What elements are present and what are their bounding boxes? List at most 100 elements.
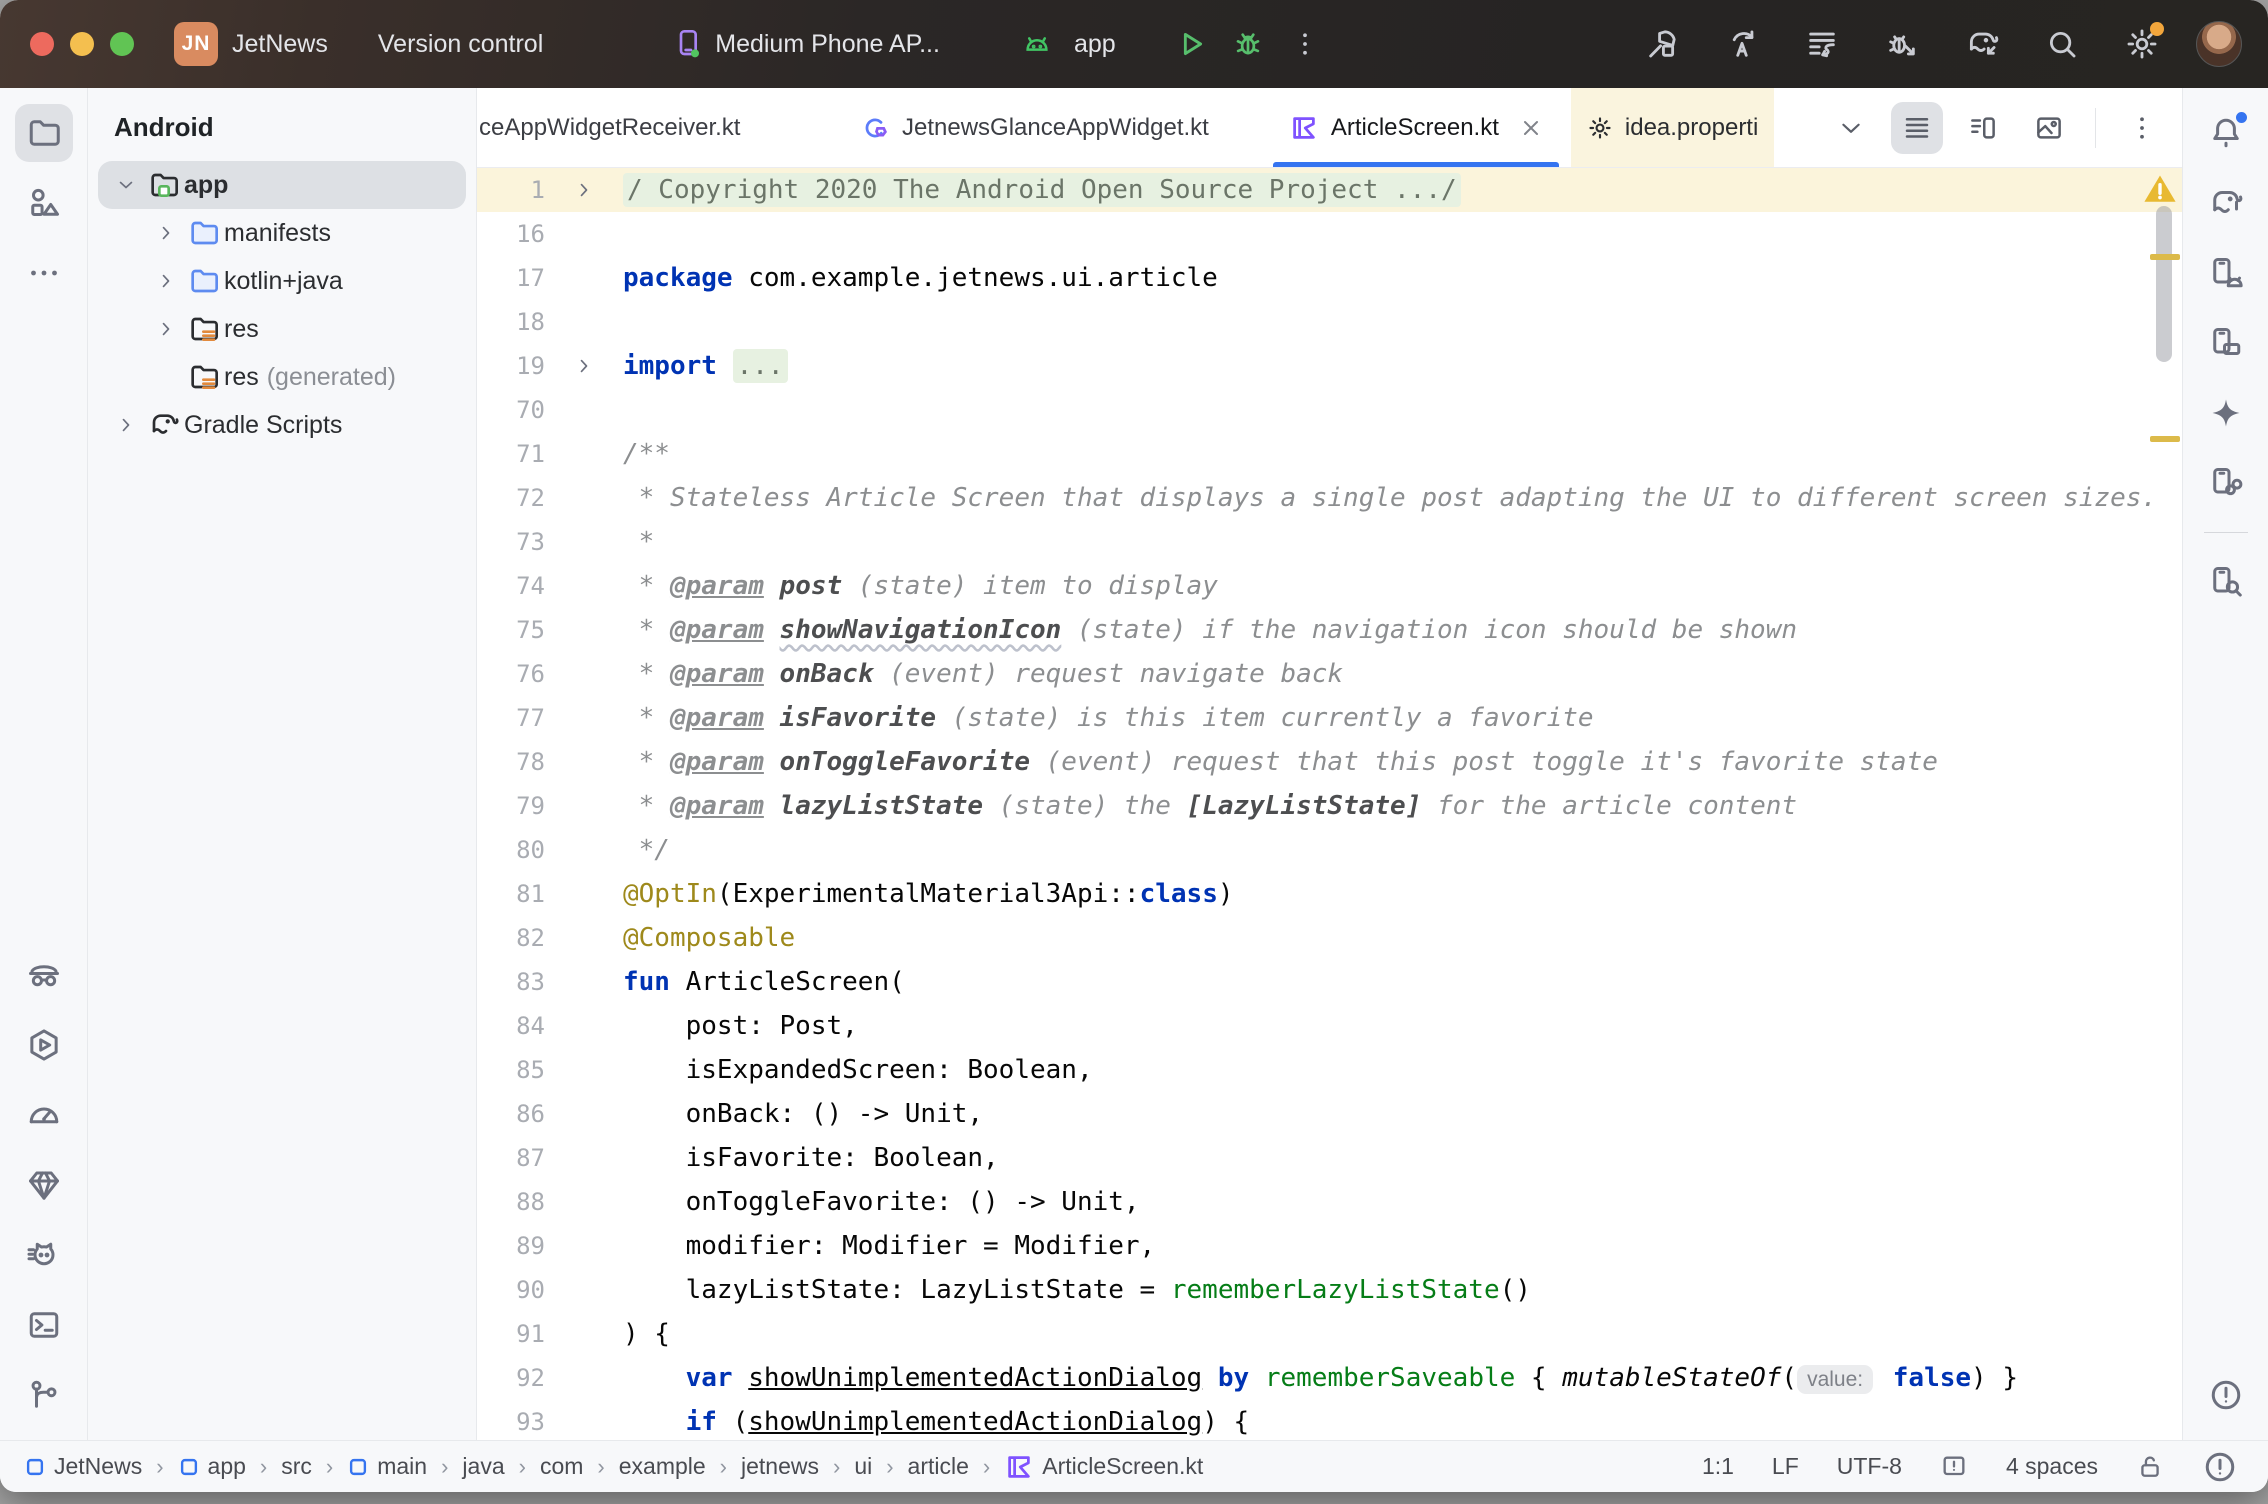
chevron-down-icon[interactable] <box>116 175 136 195</box>
editor-tab-ceappwidgetreceiver-kt[interactable]: ceAppWidgetReceiver.kt <box>477 88 792 167</box>
tree-item-app[interactable]: app <box>98 161 466 209</box>
code-editor[interactable]: 1/ Copyright 2020 The Android Open Sourc… <box>477 168 2182 1440</box>
fold-region-icon[interactable] <box>574 180 594 200</box>
warning-stripe-mark[interactable] <box>2150 254 2180 260</box>
tool-window-button-project-tool-window[interactable] <box>15 104 73 162</box>
code-line-75[interactable]: 75 * @param showNavigationIcon (state) i… <box>477 608 2182 652</box>
editor-scrollbar[interactable] <box>2156 206 2172 362</box>
tree-item-kotlin-java[interactable]: kotlin+java <box>98 257 466 305</box>
tool-window-button-device-mirroring[interactable] <box>2197 454 2255 512</box>
run-configuration-selector[interactable]: app <box>1020 29 1134 59</box>
code-line-76[interactable]: 76 * @param onBack (event) request navig… <box>477 652 2182 696</box>
sync-refactor-button[interactable] <box>1716 18 1768 70</box>
main-menu-version-control[interactable]: Version control <box>378 30 553 59</box>
editor-tab-jetnewsglanceappwidget-kt[interactable]: JetnewsGlanceAppWidget.kt <box>844 88 1225 167</box>
tool-window-button-notifications[interactable] <box>2197 104 2255 162</box>
code-line-16[interactable]: 16 <box>477 212 2182 256</box>
code-line-73[interactable]: 73 * <box>477 520 2182 564</box>
status-widget-caret-position[interactable]: 1:1 <box>1702 1453 1734 1480</box>
tool-window-button-problems[interactable] <box>2197 1366 2255 1424</box>
editor-tab-idea-properti[interactable]: idea.properti <box>1571 88 1774 167</box>
tree-item-res[interactable]: res <box>98 305 466 353</box>
code-line-1[interactable]: 1/ Copyright 2020 The Android Open Sourc… <box>477 168 2182 212</box>
tool-window-button-logcat[interactable] <box>15 1226 73 1284</box>
breadcrumb-item-main[interactable]: main <box>347 1453 427 1480</box>
code-line-70[interactable]: 70 <box>477 388 2182 432</box>
project-view-selector[interactable]: Android <box>88 102 476 161</box>
tool-window-button-benchmark[interactable] <box>15 1086 73 1144</box>
status-widget-inspections-widget[interactable] <box>2202 1449 2238 1485</box>
code-line-71[interactable]: 71/** <box>477 432 2182 476</box>
attach-debugger-button[interactable] <box>1876 18 1928 70</box>
close-tab-icon[interactable] <box>1519 116 1543 140</box>
breadcrumb-item-jetnews[interactable]: JetNews <box>24 1453 142 1480</box>
project-icon[interactable]: JN <box>174 22 218 66</box>
code-line-80[interactable]: 80 */ <box>477 828 2182 872</box>
settings-gear-button[interactable] <box>2116 18 2168 70</box>
project-selector[interactable]: JetNews <box>232 30 338 59</box>
code-line-83[interactable]: 83fun ArticleScreen( <box>477 960 2182 1004</box>
code-line-17[interactable]: 17package com.example.jetnews.ui.article <box>477 256 2182 300</box>
breadcrumb-item-app[interactable]: app <box>178 1453 246 1480</box>
code-line-74[interactable]: 74 * @param post (state) item to display <box>477 564 2182 608</box>
run-button[interactable] <box>1174 27 1208 61</box>
tool-window-button-profiler[interactable] <box>15 1016 73 1074</box>
breadcrumb-item-ui[interactable]: ui <box>854 1453 872 1480</box>
tree-item-res[interactable]: res (generated) <box>98 353 466 401</box>
code-line-92[interactable]: 92 var showUnimplementedActionDialog by … <box>477 1356 2182 1400</box>
user-avatar[interactable] <box>2196 21 2242 67</box>
code-line-84[interactable]: 84 post: Post, <box>477 1004 2182 1048</box>
code-line-88[interactable]: 88 onToggleFavorite: () -> Unit, <box>477 1180 2182 1224</box>
code-line-86[interactable]: 86 onBack: () -> Unit, <box>477 1092 2182 1136</box>
tool-window-button-device-explorer[interactable] <box>2197 553 2255 611</box>
tree-item-gradle-scripts[interactable]: Gradle Scripts <box>98 401 466 449</box>
tool-window-button-resource-manager[interactable] <box>15 174 73 232</box>
breadcrumb-item-jetnews[interactable]: jetnews <box>741 1453 819 1480</box>
status-widget-line-separator[interactable]: LF <box>1772 1453 1799 1480</box>
chevron-right-icon[interactable] <box>156 223 176 243</box>
build-hammer-button[interactable] <box>1636 18 1688 70</box>
chevron-right-icon[interactable] <box>156 271 176 291</box>
tool-window-button-device-manager[interactable] <box>2197 244 2255 302</box>
minimize-window-button[interactable] <box>70 32 94 56</box>
breadcrumb-item-example[interactable]: example <box>619 1453 706 1480</box>
breadcrumb-item-com[interactable]: com <box>540 1453 583 1480</box>
status-widget-highlighting-level[interactable] <box>1940 1453 1968 1481</box>
tool-window-button-terminal[interactable] <box>15 1296 73 1354</box>
code-line-91[interactable]: 91) { <box>477 1312 2182 1356</box>
view-design-button[interactable] <box>2023 102 2075 154</box>
tool-window-button-gradle[interactable] <box>2197 174 2255 232</box>
tool-window-button-app-quality-insights[interactable] <box>15 1156 73 1214</box>
code-line-87[interactable]: 87 isFavorite: Boolean, <box>477 1136 2182 1180</box>
debug-button[interactable] <box>1232 28 1264 60</box>
code-line-79[interactable]: 79 * @param lazyListState (state) the [L… <box>477 784 2182 828</box>
status-widget-file-writable[interactable] <box>2136 1453 2164 1481</box>
editor-tab-articlescreen-kt[interactable]: ArticleScreen.kt <box>1273 88 1559 167</box>
inspection-warning-icon[interactable] <box>2142 172 2178 206</box>
code-line-78[interactable]: 78 * @param onToggleFavorite (event) req… <box>477 740 2182 784</box>
profiler-lines-button[interactable] <box>1796 18 1848 70</box>
warning-stripe-mark[interactable] <box>2150 436 2180 442</box>
code-line-82[interactable]: 82@Composable <box>477 916 2182 960</box>
breadcrumb-item-src[interactable]: src <box>281 1453 312 1480</box>
gradle-sync-button[interactable] <box>1956 18 2008 70</box>
fold-region-icon[interactable] <box>574 356 594 376</box>
maximize-window-button[interactable] <box>110 32 134 56</box>
chevron-right-icon[interactable] <box>116 415 136 435</box>
status-widget-indent-style[interactable]: 4 spaces <box>2006 1453 2098 1480</box>
tool-window-button-app-inspection[interactable] <box>15 946 73 1004</box>
tool-window-button-more-tool-windows[interactable] <box>15 244 73 302</box>
code-line-90[interactable]: 90 lazyListState: LazyListState = rememb… <box>477 1268 2182 1312</box>
code-line-93[interactable]: 93 if (showUnimplementedActionDialog) { <box>477 1400 2182 1440</box>
device-selector[interactable]: Medium Phone AP... <box>673 28 950 60</box>
search-button[interactable] <box>2036 18 2088 70</box>
view-split-button[interactable] <box>1957 102 2009 154</box>
view-code-button[interactable] <box>1891 102 1943 154</box>
kebab-button[interactable] <box>2116 102 2168 154</box>
tool-window-button-running-devices[interactable] <box>2197 314 2255 372</box>
chevron-down-button[interactable] <box>1825 102 1877 154</box>
breadcrumb-item-articlescreen-kt[interactable]: ArticleScreen.kt <box>1004 1452 1203 1482</box>
code-line-89[interactable]: 89 modifier: Modifier = Modifier, <box>477 1224 2182 1268</box>
code-line-77[interactable]: 77 * @param isFavorite (state) is this i… <box>477 696 2182 740</box>
chevron-right-icon[interactable] <box>156 319 176 339</box>
